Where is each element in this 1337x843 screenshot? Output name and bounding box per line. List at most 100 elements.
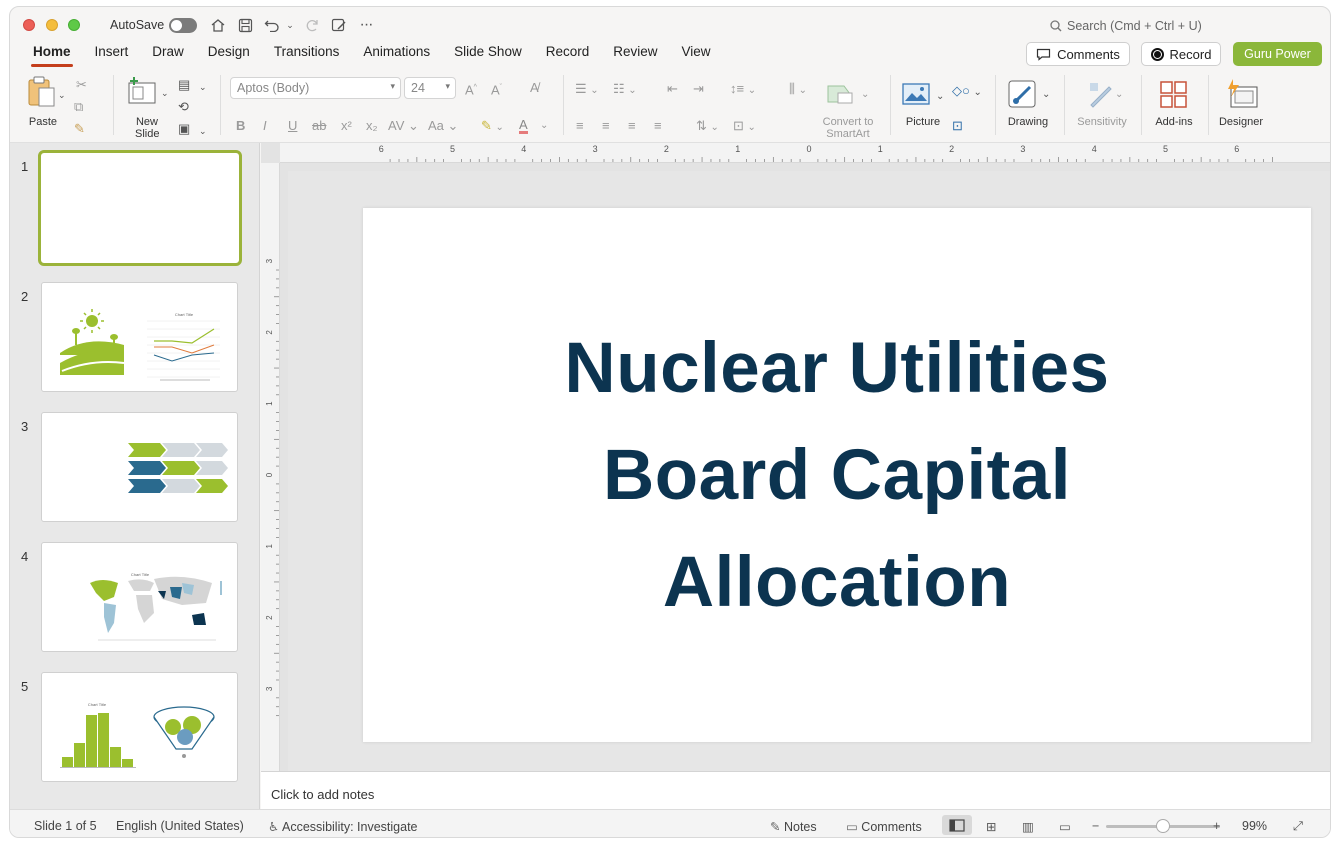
section-dropdown-icon[interactable]: ⌄	[199, 123, 207, 139]
clear-formatting-icon[interactable]: A̸	[530, 80, 539, 96]
zoom-slider[interactable]	[1106, 819, 1220, 833]
vertical-ruler[interactable]: 3 2 1 0 1 2 3	[261, 163, 280, 771]
accessibility-status[interactable]: ♿︎ Accessibility: Investigate	[268, 819, 418, 834]
close-window-button[interactable]	[23, 19, 35, 31]
tab-insert[interactable]: Insert	[83, 43, 141, 67]
bullets-icon[interactable]: ☰ ⌄	[575, 81, 599, 99]
line-spacing-icon[interactable]: ↕≡ ⌄	[730, 81, 756, 99]
slide-sorter-icon[interactable]: ⊞	[986, 819, 996, 834]
tab-design[interactable]: Design	[196, 43, 262, 67]
normal-view-button[interactable]	[942, 815, 972, 835]
tab-slide-show[interactable]: Slide Show	[442, 43, 534, 67]
font-size-select[interactable]: 24 ▾	[404, 77, 456, 99]
slide-thumbnail-4[interactable]: Chart Title	[41, 542, 238, 652]
new-slide-icon[interactable]	[127, 77, 157, 107]
comments-status-button[interactable]: ▭ Comments	[846, 819, 922, 834]
minimize-window-button[interactable]	[46, 19, 58, 31]
superscript-icon[interactable]: x²	[341, 118, 352, 134]
text-box-icon[interactable]: ⊡	[952, 118, 963, 134]
slide-thumbnail-5[interactable]: Chart Title	[41, 672, 238, 782]
underline-icon[interactable]: U	[288, 118, 297, 134]
cut-icon[interactable]: ✂	[76, 77, 87, 93]
notes-button[interactable]: ✎ Notes	[770, 819, 817, 834]
slide-thumbnail-1[interactable]	[38, 150, 242, 266]
strikethrough-icon[interactable]: ab	[312, 118, 326, 134]
reading-view-icon[interactable]: ▥	[1022, 819, 1034, 834]
tab-review[interactable]: Review	[601, 43, 669, 67]
tab-home[interactable]: Home	[21, 43, 83, 67]
increase-font-icon[interactable]: A^	[465, 80, 477, 98]
redo-icon[interactable]	[302, 14, 322, 36]
zoom-window-button[interactable]	[68, 19, 80, 31]
subscript-icon[interactable]: x₂	[366, 118, 378, 134]
slideshow-view-icon[interactable]: ▭	[1059, 819, 1071, 834]
italic-icon[interactable]: I	[263, 118, 267, 134]
text-direction-icon[interactable]: ⇅ ⌄	[696, 118, 719, 136]
align-left-icon[interactable]: ≡	[576, 118, 584, 134]
columns-icon[interactable]: ⫼ ⌄	[789, 81, 807, 99]
layout-dropdown-icon[interactable]: ⌄	[199, 79, 207, 95]
zoom-in-button[interactable]: +	[1213, 819, 1220, 833]
align-center-icon[interactable]: ≡	[602, 118, 610, 134]
tab-view[interactable]: View	[670, 43, 723, 67]
justify-icon[interactable]: ≡	[654, 118, 662, 134]
sensitivity-icon[interactable]	[1087, 81, 1113, 109]
smartart-dropdown-icon[interactable]: ⌄	[861, 87, 869, 103]
reset-icon[interactable]: ⟲	[178, 99, 189, 115]
bold-icon[interactable]: B	[236, 118, 245, 134]
autosave-toggle[interactable]	[169, 18, 197, 33]
numbering-icon[interactable]: ☷ ⌄	[613, 81, 637, 99]
decrease-indent-icon[interactable]: ⇤	[667, 81, 678, 97]
increase-indent-icon[interactable]: ⇥	[693, 81, 704, 97]
zoom-slider-thumb[interactable]	[1156, 819, 1170, 833]
record-button[interactable]: Record	[1141, 42, 1221, 66]
decrease-font-icon[interactable]: Aˇ	[491, 80, 502, 98]
new-slide-dropdown-icon[interactable]: ⌄	[161, 85, 169, 101]
comments-button[interactable]: Comments	[1026, 42, 1130, 66]
paste-dropdown-icon[interactable]: ⌄	[58, 87, 66, 103]
drawing-dropdown-icon[interactable]: ⌄	[1042, 87, 1050, 103]
tab-draw[interactable]: Draw	[140, 43, 196, 67]
designer-icon[interactable]	[1225, 79, 1259, 109]
tab-record[interactable]: Record	[534, 43, 602, 67]
slide-title[interactable]: Nuclear Utilities Board Capital Allocati…	[477, 315, 1197, 636]
change-case-icon[interactable]: Aa ⌄	[428, 118, 458, 134]
picture-dropdown-icon[interactable]: ⌄	[936, 89, 944, 105]
drawing-icon[interactable]	[1008, 79, 1038, 109]
current-slide[interactable]: Nuclear Utilities Board Capital Allocati…	[363, 208, 1311, 742]
home-icon[interactable]	[208, 14, 228, 36]
shapes-icon[interactable]: ◇○ ⌄	[952, 83, 982, 101]
notes-pane[interactable]: Click to add notes	[261, 771, 1330, 809]
add-ins-icon[interactable]	[1160, 81, 1188, 109]
slide-thumbnail-2[interactable]: Chart Title	[41, 282, 238, 392]
copy-icon[interactable]: ⧉	[74, 99, 83, 115]
tab-animations[interactable]: Animations	[351, 43, 442, 67]
section-icon[interactable]: ▣	[178, 121, 190, 137]
smartart-icon[interactable]	[826, 83, 856, 107]
align-right-icon[interactable]: ≡	[628, 118, 636, 134]
zoom-level[interactable]: 99%	[1242, 819, 1267, 833]
search-box[interactable]: Search (Cmd + Ctrl + U)	[1050, 19, 1202, 33]
character-spacing-icon[interactable]: AV ⌄	[388, 118, 419, 134]
paste-icon[interactable]	[25, 75, 59, 109]
sensitivity-dropdown-icon[interactable]: ⌄	[1115, 87, 1123, 103]
zoom-out-button[interactable]: −	[1092, 819, 1099, 833]
font-color-dropdown-icon[interactable]: ⌄	[540, 118, 548, 134]
layout-icon[interactable]: ▤	[178, 77, 190, 93]
more-icon[interactable]: ···	[356, 14, 376, 36]
horizontal-ruler[interactable]: 6 5 4 3 2 1 0 1 2 3 4 5 6	[280, 143, 1330, 163]
fit-slide-icon[interactable]: ⤢	[1293, 819, 1303, 834]
picture-icon[interactable]	[902, 83, 930, 107]
undo-icon[interactable]	[262, 14, 282, 36]
save-icon[interactable]	[235, 14, 255, 36]
language-indicator[interactable]: English (United States)	[116, 819, 244, 833]
guru-power-button[interactable]: Guru Power	[1233, 42, 1322, 66]
slide-thumbnail-3[interactable]	[41, 412, 238, 522]
font-name-select[interactable]: Aptos (Body) ▾	[230, 77, 401, 99]
align-text-icon[interactable]: ⊡ ⌄	[733, 118, 756, 136]
tab-transitions[interactable]: Transitions	[262, 43, 352, 67]
format-painter-icon[interactable]: ✎	[74, 121, 85, 137]
highlight-icon[interactable]: ✎ ⌄	[481, 118, 504, 136]
font-color-icon[interactable]: A	[519, 118, 528, 134]
undo-dropdown-icon[interactable]: ⌄	[284, 14, 296, 36]
